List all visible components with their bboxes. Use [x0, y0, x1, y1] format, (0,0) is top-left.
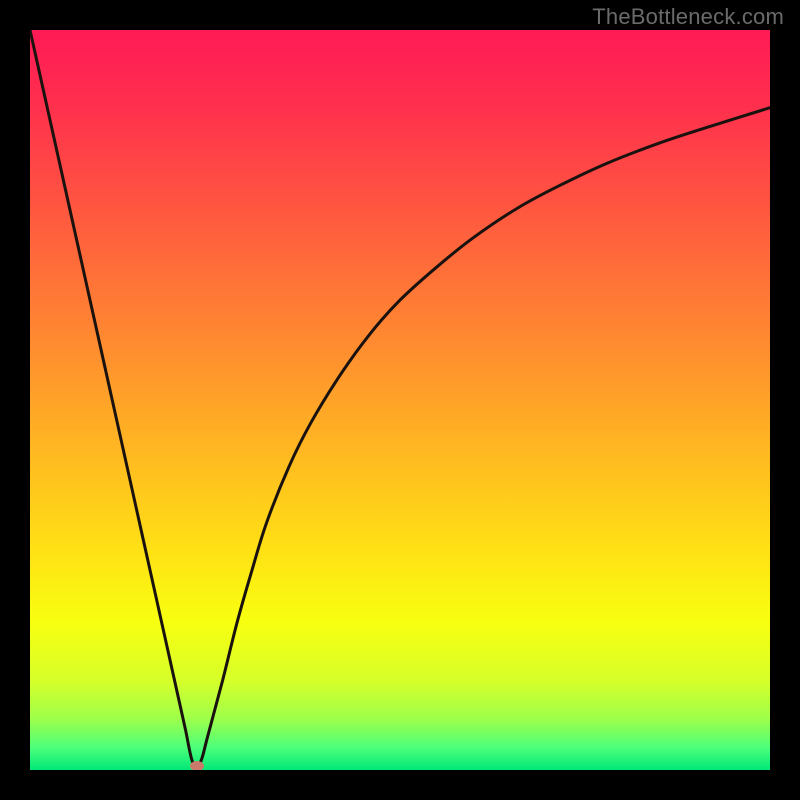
bottleneck-curve	[30, 30, 770, 770]
plot-area	[30, 30, 770, 770]
optimal-point-marker	[190, 761, 204, 770]
chart-frame: TheBottleneck.com	[0, 0, 800, 800]
watermark-text: TheBottleneck.com	[592, 4, 784, 30]
